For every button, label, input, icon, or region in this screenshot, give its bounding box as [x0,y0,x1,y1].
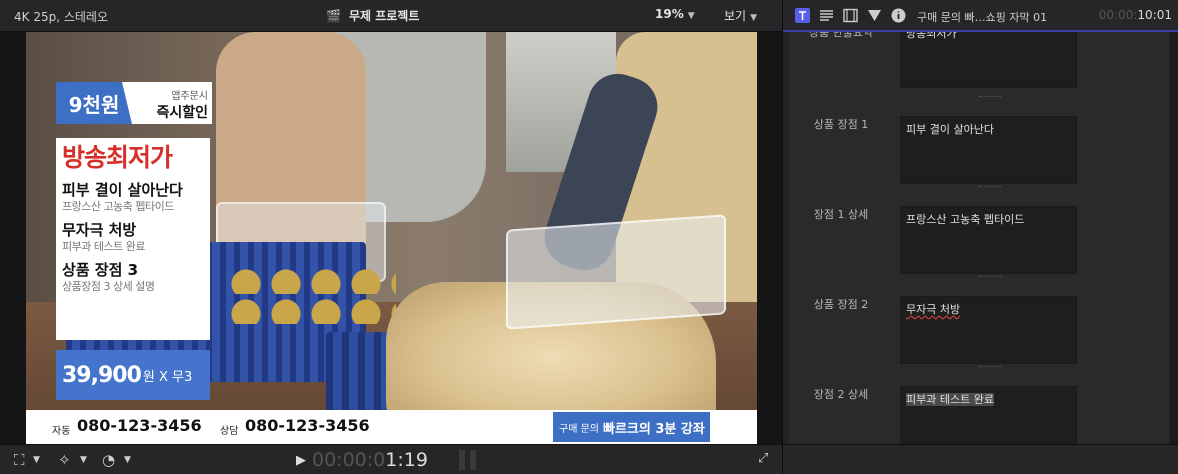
inspector-timecode: 00:00:10:01 [1098,8,1172,22]
timecode-display[interactable]: ▶ 00:00:01:19 [296,449,428,471]
text-field[interactable]: 방송최저가 [900,32,1077,88]
transform-icon[interactable]: ⛶ [14,451,25,469]
fullscreen-icon[interactable]: ⤢ [758,451,768,466]
discount-amount: 9천원 [56,82,132,124]
cta-small: 구매 문의 [559,423,599,435]
text-field[interactable]: 피부 결이 살아난다 [900,116,1077,184]
text-inspector-icon[interactable] [795,8,810,23]
point-title: 상품 장점 3 [62,261,139,279]
chevron-down-icon[interactable]: ▼ [80,455,87,465]
point-sub: 피부과 테스트 완료 [62,240,145,253]
audio-meter [470,450,476,470]
chevron-down-icon[interactable]: ▼ [33,455,40,465]
price-suffix: 원 X 무3 [142,369,193,385]
info-icon[interactable] [891,8,906,23]
price-box: 39,900 원 X 무3 [56,350,210,400]
paragraph-icon[interactable] [819,8,834,23]
inspector-toolbar: 구매 문의 빠…쇼핑 자막 01 00:00:10:01 [783,0,1178,32]
field-label: 상품 장점 1 [813,118,869,131]
resize-handle[interactable] [979,366,1001,369]
discount-tag: 9천원 앱주문시 즉시할인 [56,82,212,124]
magic-wand-icon[interactable]: ✧ [58,451,71,469]
filter-icon[interactable] [867,8,882,23]
contact-strip: 자동 080-123-3456 상담 080-123-3456 구매 문의 빠르… [26,410,757,444]
video-frame[interactable]: 9천원 앱주문시 즉시할인 방송최저가 피부 결이 살아난다 프랑스산 고농축 … [26,32,757,444]
inspector-panel[interactable]: 상품 한줄요약 방송최저가 상품 장점 1 피부 결이 살아난다 장점 1 상세… [783,32,1178,444]
viewer-toolbar: 4K 25p, 스테레오 🎬 무제 프로젝트 19% ▼ 보기 ▼ [0,0,782,32]
scrollbar[interactable] [1170,32,1178,444]
chevron-down-icon: ▼ [687,11,695,21]
view-menu[interactable]: 보기 ▼ [724,7,757,24]
field-row: 상품 한줄요약 방송최저가 [789,32,1169,94]
hero-headline: 방송최저가 [62,143,173,172]
playback-bar: ⛶ ▼ ✧ ▼ ◔ ▼ ▶ 00:00:01:19 ⤢ [0,444,782,474]
resize-handle[interactable] [979,96,1001,99]
field-label: 상품 한줄요약 [808,32,874,39]
project-title[interactable]: 🎬 무제 프로젝트 [326,7,419,24]
discount-small: 앱주문시 [171,91,208,102]
field-label: 상품 장점 2 [813,298,869,311]
price-number: 39,900 [62,362,142,388]
play-icon[interactable]: ▶ [296,453,306,468]
chevron-down-icon: ▼ [750,13,758,23]
view-label: 보기 [724,9,747,23]
point-sub: 프랑스산 고농축 펩타이드 [62,200,174,213]
product-info-panel: 방송최저가 피부 결이 살아난다 프랑스산 고농축 펩타이드 무자극 처방 피부… [56,138,210,340]
inspector-footer [783,444,1178,474]
point-sub: 상품장점 3 상세 설명 [62,280,155,293]
film-icon[interactable] [843,8,858,23]
project-name: 무제 프로젝트 [348,9,420,23]
clapper-icon: 🎬 [326,8,341,23]
field-row: 상품 장점 2 무자극 처방 [789,296,1169,366]
plastic-box-shape [506,214,726,330]
text-field[interactable]: 프랑스산 고농축 펩타이드 [900,206,1077,274]
discount-big: 즉시할인 [156,105,208,121]
field-row: 장점 2 상세 피부과 테스트 완료 [789,386,1169,444]
discount-note: 앱주문시 즉시할인 [122,82,212,124]
field-label: 장점 1 상세 [813,208,869,221]
phone1-label: 자동 [52,426,71,437]
point-title: 무자극 처방 [62,221,137,239]
field-row: 장점 1 상세 프랑스산 고농축 펩타이드 [789,206,1169,276]
zoom-value: 19% [655,7,684,21]
resize-handle[interactable] [979,186,1001,189]
field-row: 상품 장점 1 피부 결이 살아난다 [789,116,1169,186]
phone1-number: 080-123-3456 [77,416,202,435]
cta-badge: 구매 문의 빠르크의 3분 강좌 [553,412,710,442]
text-field[interactable]: 피부과 테스트 완료 [900,386,1077,444]
text-field[interactable]: 무자극 처방 [900,296,1077,364]
timecode-dim: 00:00:0 [312,449,386,471]
speed-gauge-icon[interactable]: ◔ [102,451,115,469]
chevron-down-icon[interactable]: ▼ [124,455,131,465]
phone2-number: 080-123-3456 [245,416,370,435]
field-label: 장점 2 상세 [813,388,869,401]
resize-handle[interactable] [979,276,1001,279]
format-label: 4K 25p, 스테레오 [14,10,108,24]
inspector-fields: 상품 한줄요약 방송최저가 상품 장점 1 피부 결이 살아난다 장점 1 상세… [789,32,1169,444]
audio-meter [459,450,465,470]
inspector-title: 구매 문의 빠…쇼핑 자막 01 [917,11,1048,24]
viewer-canvas[interactable]: 9천원 앱주문시 즉시할인 방송최저가 피부 결이 살아난다 프랑스산 고농축 … [0,32,782,444]
phone2-label: 상담 [220,426,239,437]
cta-big: 빠르크의 3분 강좌 [602,421,705,437]
timecode-lit: 1:19 [385,449,428,471]
zoom-menu[interactable]: 19% ▼ [655,7,695,21]
point-title: 피부 결이 살아난다 [62,181,183,199]
jars-shape [226,264,396,324]
